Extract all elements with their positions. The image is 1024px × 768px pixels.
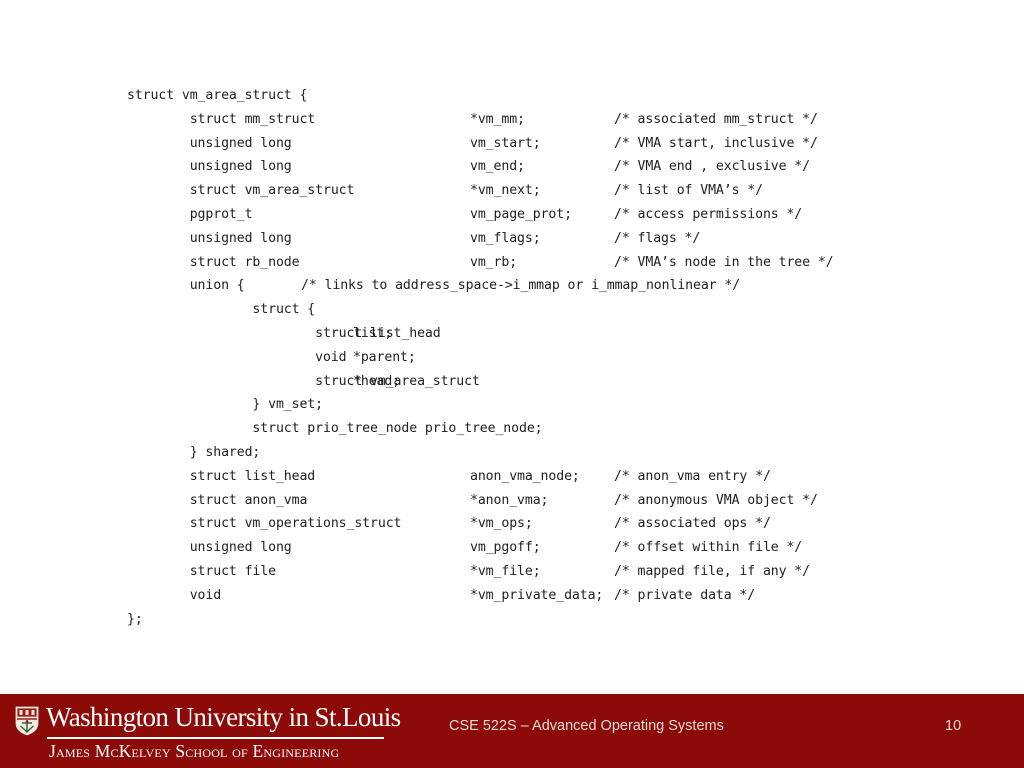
code-declaration: }; [127, 611, 143, 627]
code-comment: /* associated mm_struct */ [614, 111, 818, 127]
code-comment: /* VMA start, inclusive */ [614, 135, 818, 151]
logo-divider-rule [47, 737, 384, 739]
code-line: struct rb_node vm_rb; /* VMA’s node in the… [127, 251, 927, 275]
code-line: struct vm_operations_struct *vm_ops; /* as… [127, 512, 927, 536]
code-member-name: vm_rb; [470, 254, 518, 270]
code-declaration: struct vm_operations_struct [127, 516, 402, 532]
code-line: void *parent; [127, 346, 927, 370]
code-member-name: *vm_mm; [470, 111, 525, 127]
school-wordmark: James McKelvey School of Engineering [49, 741, 340, 761]
code-declaration: struct list_head [127, 468, 316, 484]
code-line: union { /* links to address_space->i_mmap… [127, 274, 927, 298]
code-declaration: unsigned long [127, 159, 292, 175]
code-comment: /* private data */ [614, 587, 756, 603]
code-member-name: vm_flags; [470, 230, 541, 246]
code-line: struct { [127, 298, 927, 322]
code-member-name: vm_pgoff; [470, 540, 541, 556]
code-line: struct vm_area_struct *head; [127, 370, 927, 394]
code-comment: /* anon_vma entry */ [614, 468, 771, 484]
code-line: struct list_head list; [127, 322, 927, 346]
footer-page-number: 10 [945, 718, 962, 734]
code-line: unsigned long vm_flags; /* flags */ [127, 227, 927, 251]
code-member-name: vm_start; [470, 135, 541, 151]
code-declaration: struct mm_struct [127, 111, 316, 127]
code-comment: /* anonymous VMA object */ [614, 492, 818, 508]
code-member-name: *parent; [353, 349, 416, 365]
code-member-name: *vm_next; [470, 183, 541, 199]
code-declaration: struct vm_area_struct [127, 373, 480, 389]
code-member-name: vm_page_prot; [470, 206, 572, 222]
code-declaration: union { [127, 278, 245, 294]
code-declaration: unsigned long [127, 540, 292, 556]
code-line: unsigned long vm_start; /* VMA start, incl… [127, 132, 927, 156]
code-declaration: unsigned long [127, 135, 292, 151]
footer-course-title: CSE 522S – Advanced Operating Systems [449, 718, 724, 734]
code-declaration: struct { [127, 302, 316, 318]
code-line: void *vm_private_data; /* private data */ [127, 584, 927, 608]
code-declaration: struct rb_node [127, 254, 300, 270]
code-line: struct prio_tree_node prio_tree_node; [127, 417, 927, 441]
code-line: unsigned long vm_end; /* VMA end , exclusi… [127, 155, 927, 179]
code-comment: /* mapped file, if any */ [614, 563, 810, 579]
code-declaration: struct file [127, 563, 276, 579]
code-listing: struct vm_area_struct { struct mm_struct… [127, 84, 927, 631]
code-member-name: *vm_private_data; [470, 587, 604, 603]
code-line: struct anon_vma *anon_vma; /* anonymous VM… [127, 489, 927, 513]
code-comment: /* flags */ [614, 230, 701, 246]
code-member-name: anon_vma_node; [470, 468, 580, 484]
code-comment: /* VMA’s node in the tree */ [614, 254, 834, 270]
code-line: struct file *vm_file; /* mapped file, if a… [127, 560, 927, 584]
code-declaration: pgprot_t [127, 206, 253, 222]
code-declaration: struct anon_vma [127, 492, 308, 508]
code-declaration: struct vm_area_struct [127, 183, 355, 199]
code-declaration: void [127, 349, 347, 365]
code-line: } vm_set; [127, 393, 927, 417]
university-wordmark: Washington University in St.Louis [46, 702, 401, 732]
code-declaration: struct list_head [127, 325, 441, 341]
slide-footer: Washington University in St.Louis James … [0, 694, 1024, 768]
code-comment: /* offset within file */ [614, 540, 803, 556]
code-member-name: *vm_ops; [470, 516, 533, 532]
university-logo: Washington University in St.Louis James … [14, 701, 401, 763]
code-comment: /* associated ops */ [614, 516, 771, 532]
code-declaration: } shared; [127, 444, 261, 460]
code-line: struct mm_struct *vm_mm; /* associated mm_… [127, 108, 927, 132]
code-comment: /* access permissions */ [614, 206, 803, 222]
code-member-name: vm_end; [470, 159, 525, 175]
code-line: struct vm_area_struct *vm_next; /* list of… [127, 179, 927, 203]
code-declaration: unsigned long [127, 230, 292, 246]
code-line: }; [127, 608, 927, 632]
shield-crest-icon [14, 705, 40, 737]
code-line: struct list_head anon_vma_node; /* anon_vm… [127, 465, 927, 489]
code-declaration: void [127, 587, 222, 603]
code-comment: /* VMA end , exclusive */ [614, 159, 810, 175]
code-line: struct vm_area_struct { [127, 84, 927, 108]
code-declaration: } vm_set; [127, 397, 323, 413]
code-line: unsigned long vm_pgoff; /* offset within f… [127, 536, 927, 560]
code-declaration: struct prio_tree_node prio_tree_node; [127, 421, 543, 437]
code-comment: /* list of VMA’s */ [614, 183, 763, 199]
code-comment: /* links to address_space->i_mmap or i_m… [301, 278, 741, 294]
code-line: pgprot_t vm_page_prot; /* access permissio… [127, 203, 927, 227]
code-member-name: list; [353, 325, 393, 341]
code-member-name: *vm_file; [470, 563, 541, 579]
code-member-name: *head; [353, 373, 401, 389]
slide-canvas: struct vm_area_struct { struct mm_struct… [0, 0, 1024, 694]
code-member-name: *anon_vma; [470, 492, 549, 508]
code-declaration: struct vm_area_struct { [127, 88, 308, 103]
code-line: } shared; [127, 441, 927, 465]
